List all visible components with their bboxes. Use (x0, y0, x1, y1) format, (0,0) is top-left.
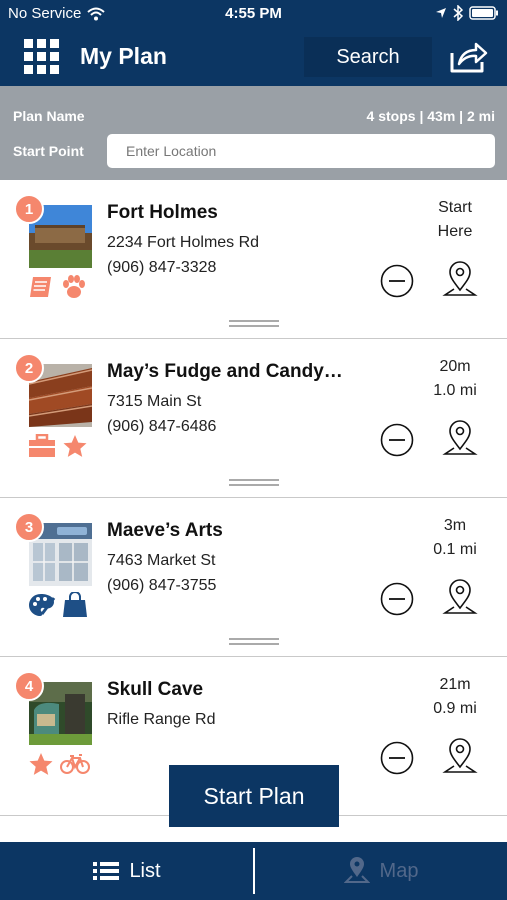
bluetooth-icon (453, 5, 463, 21)
shopping-bag-icon (63, 592, 87, 617)
stop-name[interactable]: May’s Fudge and Candy… (107, 361, 343, 383)
stop-timing-line2: 0.1 mi (433, 541, 477, 558)
map-pin-icon (343, 857, 370, 883)
stop-card[interactable]: 3 Maeve’s Arts 7463 Market St (906) 847-… (0, 498, 507, 657)
tab-list[interactable]: List (0, 842, 254, 900)
stop-number-badge: 1 (14, 194, 44, 224)
start-plan-button[interactable]: Start Plan (169, 765, 339, 827)
location-arrow-icon (436, 8, 446, 18)
stop-timing-line1: Start (438, 199, 472, 216)
stop-timing-line2: 1.0 mi (433, 382, 477, 399)
stop-name[interactable]: Fort Holmes (107, 202, 218, 224)
stop-phone[interactable]: (906) 847-3755 (107, 577, 216, 595)
stop-phone[interactable]: (906) 847-3328 (107, 259, 216, 277)
plan-name-label[interactable]: Plan Name (13, 108, 85, 124)
tab-list-label: List (129, 859, 161, 882)
stop-timing-line1: 20m (439, 358, 471, 375)
plan-info-panel: Plan Name 4 stops | 43m | 2 mi Start Poi… (0, 86, 507, 180)
drag-handle[interactable] (229, 479, 279, 487)
remove-stop-icon[interactable] (380, 582, 414, 616)
stop-address: Rifle Range Rd (107, 711, 216, 728)
status-time: 4:55 PM (225, 5, 282, 22)
map-pin-icon[interactable] (442, 419, 478, 459)
stop-number-badge: 2 (14, 353, 44, 383)
briefcase-icon (29, 434, 55, 457)
nav-bar: My Plan Search (0, 28, 507, 86)
map-pin-icon[interactable] (442, 260, 478, 300)
grid-menu-icon[interactable] (24, 39, 60, 75)
tab-bar: List Map (0, 842, 507, 900)
category-icons (28, 591, 88, 619)
map-pin-icon[interactable] (442, 578, 478, 618)
palette-icon (29, 594, 56, 616)
share-icon[interactable] (448, 40, 488, 74)
stop-card[interactable]: 2 May’s Fudge and Candy… 7315 Main St (9… (0, 339, 507, 498)
stop-address: 7315 Main St (107, 393, 202, 410)
stop-card[interactable]: 1 Fort Holmes 2234 Fort Holmes Rd (906) … (0, 180, 507, 339)
stop-name[interactable]: Maeve’s Arts (107, 520, 223, 542)
star-icon (29, 753, 53, 775)
category-icons (28, 273, 88, 301)
bicycle-icon (60, 754, 90, 774)
stop-timing: Start Here (415, 196, 495, 244)
stop-timing-line1: 3m (443, 517, 467, 534)
stop-name[interactable]: Skull Cave (107, 679, 203, 701)
stop-timing: 20m 1.0 mi (415, 355, 495, 403)
stop-number-badge: 3 (14, 512, 44, 542)
remove-stop-icon[interactable] (380, 423, 414, 457)
book-icon (30, 277, 51, 297)
tab-map-label: Map (379, 859, 419, 882)
star-icon (63, 435, 87, 457)
stop-timing-line2: Here (437, 223, 473, 240)
map-pin-icon[interactable] (442, 737, 478, 777)
drag-handle[interactable] (229, 638, 279, 646)
stop-number-badge: 4 (14, 671, 44, 701)
remove-stop-icon[interactable] (380, 264, 414, 298)
stop-phone[interactable]: (906) 847-6486 (107, 418, 216, 436)
paw-icon (63, 275, 85, 298)
stop-address: 7463 Market St (107, 552, 216, 569)
category-icons (28, 432, 88, 460)
battery-icon (469, 6, 498, 20)
start-point-label: Start Point (13, 143, 84, 159)
tab-map[interactable]: Map (255, 842, 507, 900)
plan-summary: 4 stops | 43m | 2 mi (366, 108, 495, 124)
status-bar: No Service 4:55 PM (0, 0, 507, 28)
stop-timing-line1: 21m (439, 676, 471, 693)
category-icons (28, 750, 90, 778)
search-button[interactable]: Search (304, 37, 432, 77)
stop-address: 2234 Fort Holmes Rd (107, 234, 260, 251)
status-right (435, 5, 499, 21)
page-title: My Plan (80, 43, 167, 69)
list-icon (93, 862, 120, 880)
start-location-input[interactable] (107, 134, 495, 168)
remove-stop-icon[interactable] (380, 741, 414, 775)
stop-timing: 3m 0.1 mi (415, 514, 495, 562)
stop-timing: 21m 0.9 mi (415, 673, 495, 721)
drag-handle[interactable] (229, 320, 279, 328)
stop-timing-line2: 0.9 mi (433, 700, 477, 717)
